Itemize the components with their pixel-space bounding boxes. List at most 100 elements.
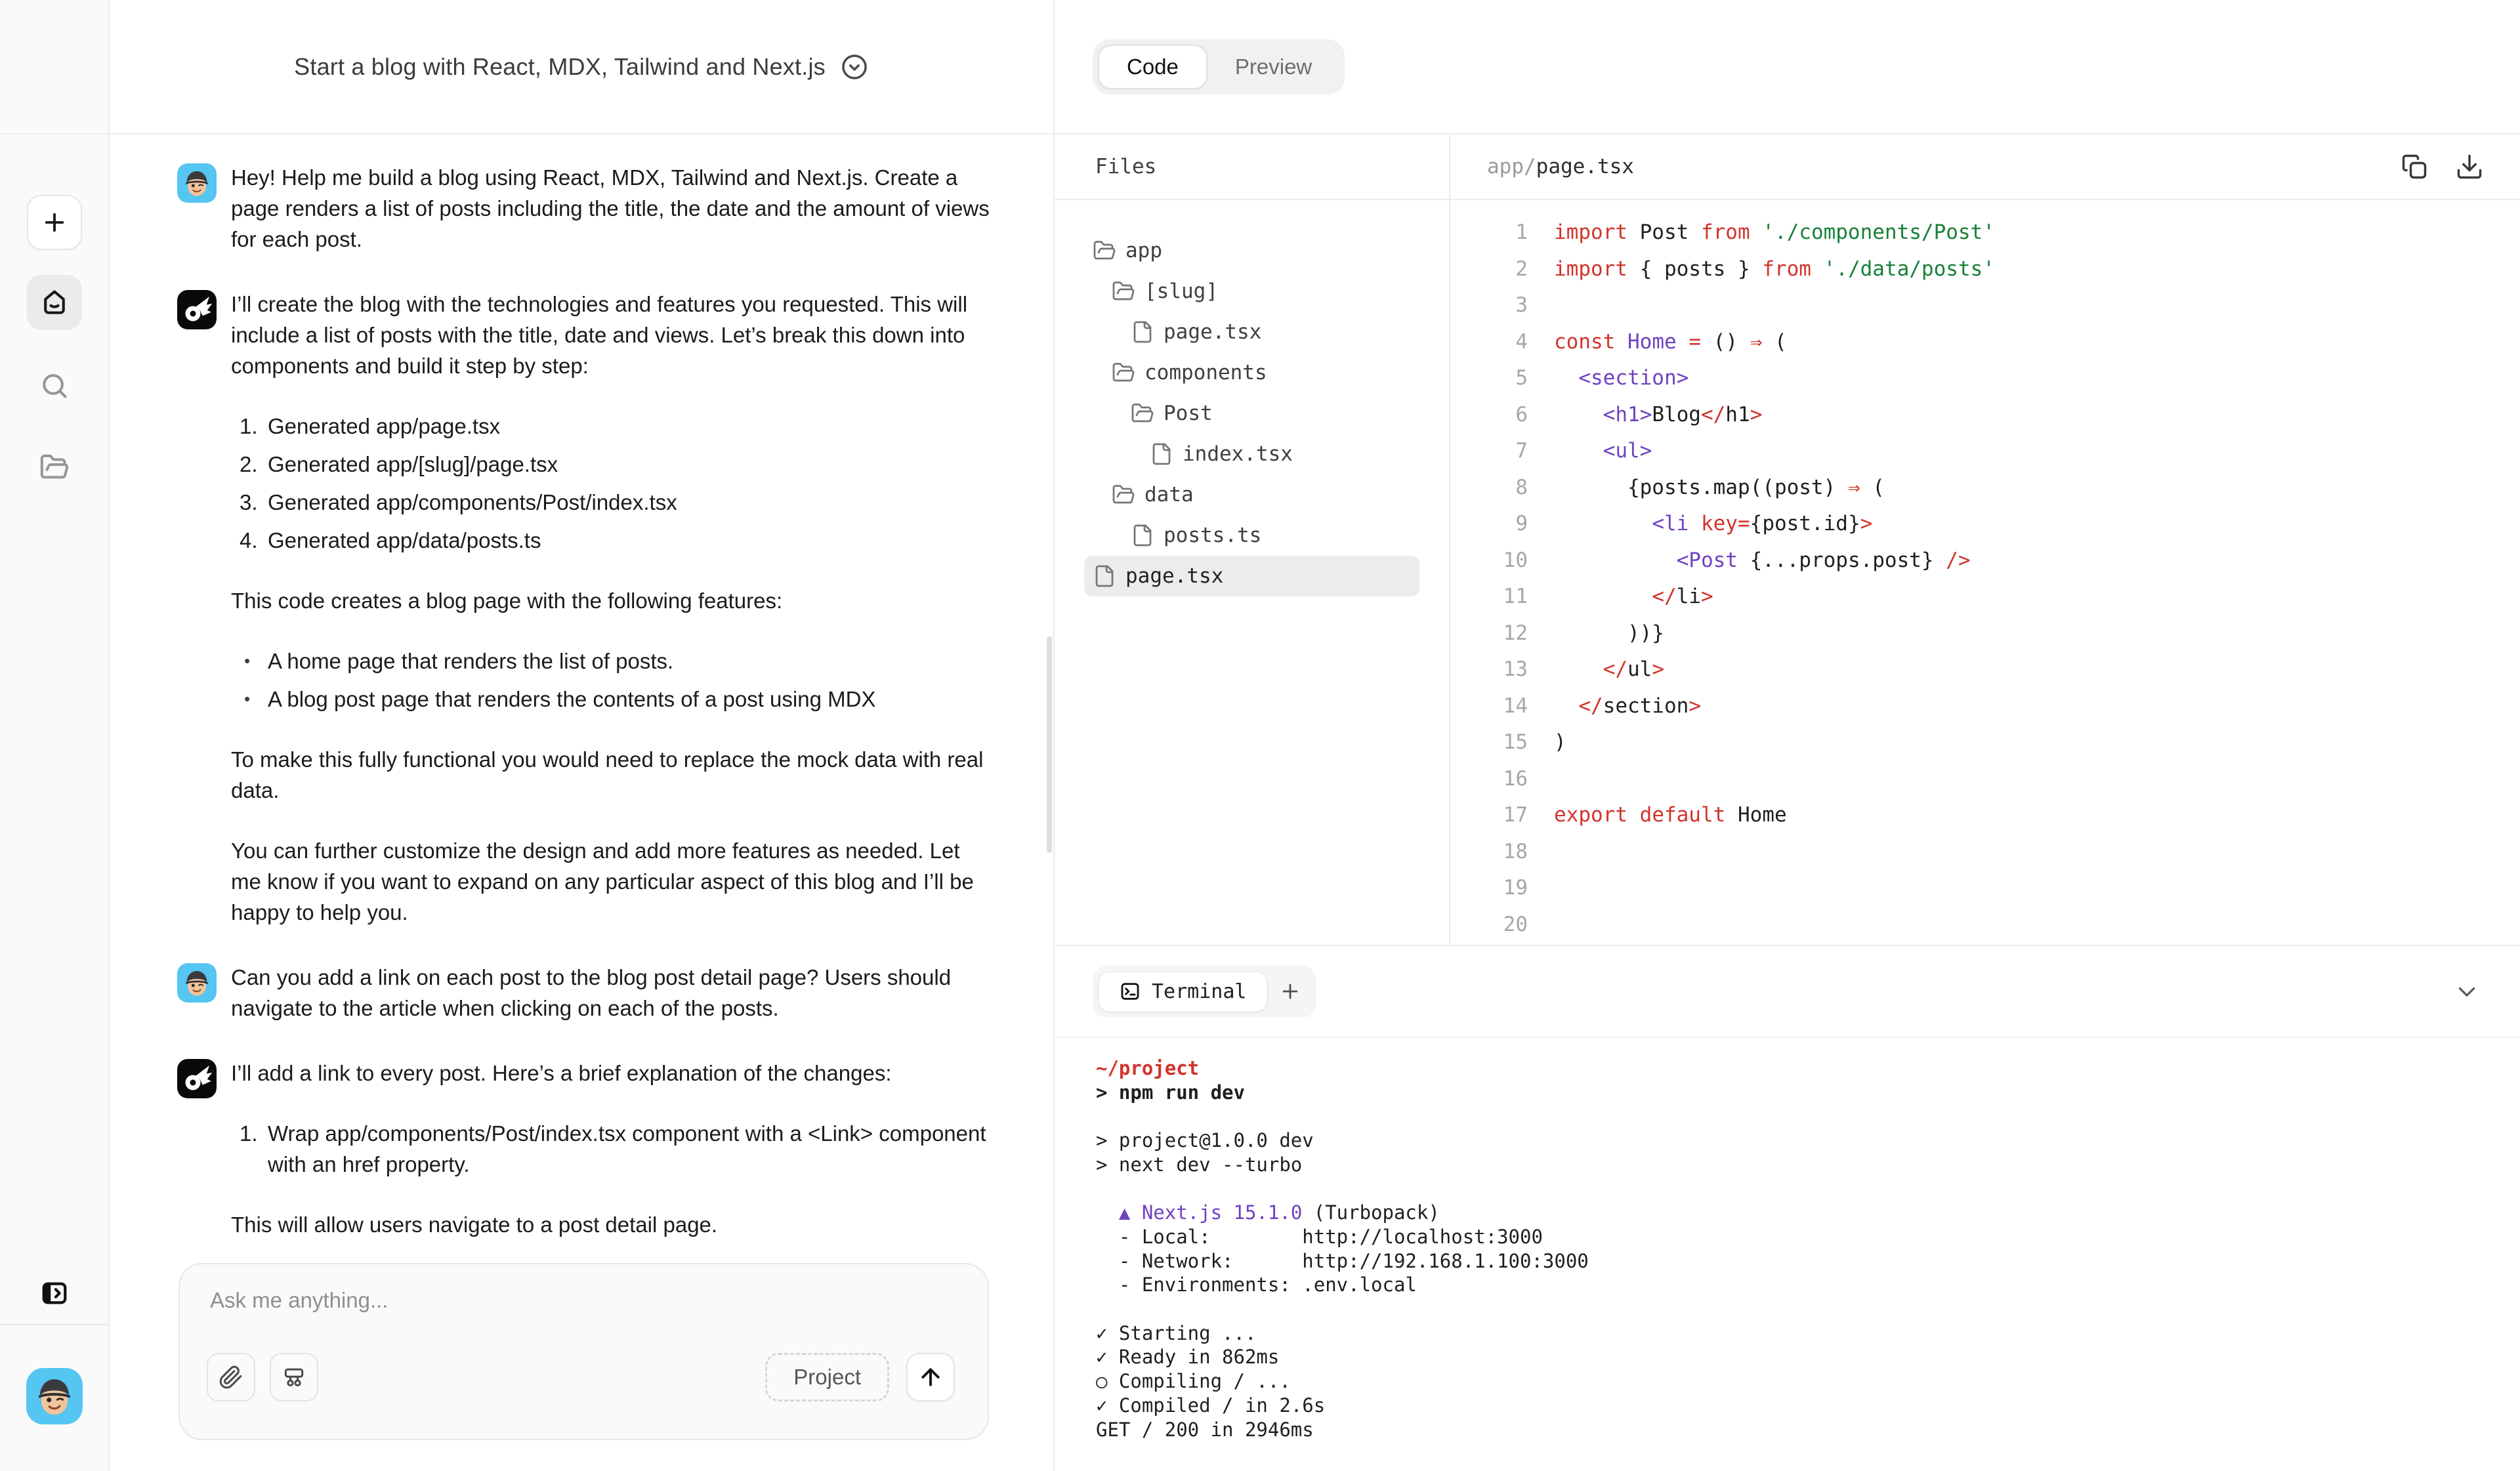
tab-preview[interactable]: Preview [1208,46,1339,88]
tree-item-components[interactable]: components [1084,352,1419,393]
chat-message-user: Can you add a link on each post to the b… [177,962,990,1024]
list-number: 1. [240,1118,268,1180]
code-text: <h1>Blog</h1> [1554,397,1762,434]
chat-title-menu-button[interactable] [840,52,869,81]
chat-panel: Start a blog with React, MDX, Tailwind a… [110,0,1055,1471]
project-button[interactable]: Project [765,1353,889,1401]
terminal-tab-label: Terminal [1152,980,1247,1003]
terminal-line [1096,1104,2520,1129]
attach-file-button[interactable] [207,1353,255,1401]
folder-open-icon [1112,483,1135,507]
terminal-tabs: Terminal [1093,966,1316,1018]
code-text: {posts.map((post) ⇒ ( [1554,470,1885,507]
code-line: 4const Home = () ⇒ ( [1450,324,2520,361]
line-number: 1 [1450,215,1528,251]
tree-item-posts-ts[interactable]: posts.ts [1084,515,1419,556]
list-item: 1.Generated app/page.tsx [240,411,990,442]
tree-item-label: components [1144,361,1267,384]
user-avatar [177,163,217,203]
file-path-dir: app/ [1487,155,1536,178]
tree-item-label: page.tsx [1164,320,1261,344]
projects-button[interactable] [35,448,74,486]
message-content: Can you add a link on each post to the b… [231,962,990,1024]
code-text: <li key={post.id}> [1554,506,1872,543]
file-tree: app [slug] page.tsx components Post inde… [1055,200,1449,596]
message-paragraph: You can further customize the design and… [231,835,990,928]
v0-app-window: Start a blog with React, MDX, Tailwind a… [0,0,2520,1471]
chevron-down-circle-icon [840,52,869,81]
download-code-button[interactable] [2453,150,2486,183]
code-path-bar: app/page.tsx [1450,135,2520,200]
chat-title: Start a blog with React, MDX, Tailwind a… [294,53,826,81]
code-line: 17export default Home [1450,797,2520,834]
tree-item--slug-[interactable]: [slug] [1084,271,1419,312]
code-line: 16 [1450,761,2520,798]
terminal-line: GET / 200 in 2946ms [1096,1418,2520,1442]
list-item: 4.Generated app/data/posts.ts [240,525,990,556]
tree-item-label: index.tsx [1183,442,1293,466]
collapse-terminal-button[interactable] [2453,978,2481,1005]
tree-item-app[interactable]: app [1084,230,1419,271]
folder-open-icon [1112,280,1135,303]
chat-input[interactable] [210,1288,957,1354]
terminal-line: ▲ Next.js 15.1.0 (Turbopack) [1096,1201,2520,1225]
code-line: 3 [1450,287,2520,324]
terminal-tab[interactable]: Terminal [1099,972,1267,1012]
code-text: </section> [1554,688,1701,725]
download-icon [2455,152,2484,181]
list-item: 1.Wrap app/components/Post/index.tsx com… [240,1118,990,1180]
plus-icon [41,209,68,236]
terminal-output: ~/project> npm run dev > project@1.0.0 d… [1055,1038,2520,1471]
profile-avatar[interactable] [26,1368,83,1424]
folder-open-icon [1131,402,1154,425]
line-number: 17 [1450,797,1528,834]
chat-message-assistant: I’ll create the blog with the technologi… [177,289,990,928]
terminal-line: ✓ Starting ... [1096,1321,2520,1346]
new-terminal-button[interactable] [1270,980,1311,1003]
home-button[interactable] [27,275,82,330]
terminal-line: ~/project [1096,1056,2520,1081]
code-text: </li> [1554,579,1713,615]
line-number: 10 [1450,543,1528,579]
code-editor: 1 import Post from './components/Post'2im… [1450,200,2520,945]
message-content: Hey! Help me build a blog using React, M… [231,162,990,255]
code-text: import Post from './components/Post' [1554,215,1995,251]
chat-scrollbar-thumb[interactable] [1047,636,1052,853]
file-path-name: page.tsx [1536,155,1634,178]
sources-button[interactable] [270,1353,318,1401]
line-number: 8 [1450,470,1528,507]
tree-item-page-tsx[interactable]: page.tsx [1084,312,1419,352]
code-line: 2import { posts } from './data/posts' [1450,251,2520,288]
list-item-text: Generated app/page.tsx [268,411,500,442]
tree-item-data[interactable]: data [1084,474,1419,515]
panel-toggle-icon [39,1278,70,1308]
new-chat-button[interactable] [27,195,82,250]
message-paragraph: This code creates a blog page with the f… [231,585,990,616]
copy-code-button[interactable] [2398,150,2431,183]
code-text: <Post {...props.post} /> [1554,543,1971,579]
home-icon [40,288,69,317]
list-item-text: A blog post page that renders the conten… [268,684,875,715]
code-text: ) [1554,724,1566,761]
bullet-icon: • [244,684,268,715]
composer-right-actions: Project [765,1353,955,1401]
tree-item-page-tsx[interactable]: page.tsx [1084,556,1419,596]
terminal-panel: Terminal ~/project> npm run dev > projec… [1055,945,2520,1471]
send-button[interactable] [906,1353,955,1401]
tree-item-post[interactable]: Post [1084,393,1419,434]
search-button[interactable] [35,367,74,405]
tree-item-label: data [1144,483,1194,507]
tab-code[interactable]: Code [1098,45,1208,89]
collapse-sidebar-button[interactable] [35,1274,74,1312]
line-number: 5 [1450,360,1528,397]
list-item: •A blog post page that renders the conte… [244,684,990,715]
code-text [1554,287,1566,324]
line-number: 16 [1450,761,1528,798]
line-number: 19 [1450,870,1528,907]
terminal-header: Terminal [1055,946,2520,1038]
file-icon [1131,320,1154,344]
code-text: <ul> [1554,433,1652,470]
list-item-text: Generated app/data/posts.ts [268,525,541,556]
tree-item-index-tsx[interactable]: index.tsx [1084,434,1419,474]
code-text [1554,870,1566,907]
